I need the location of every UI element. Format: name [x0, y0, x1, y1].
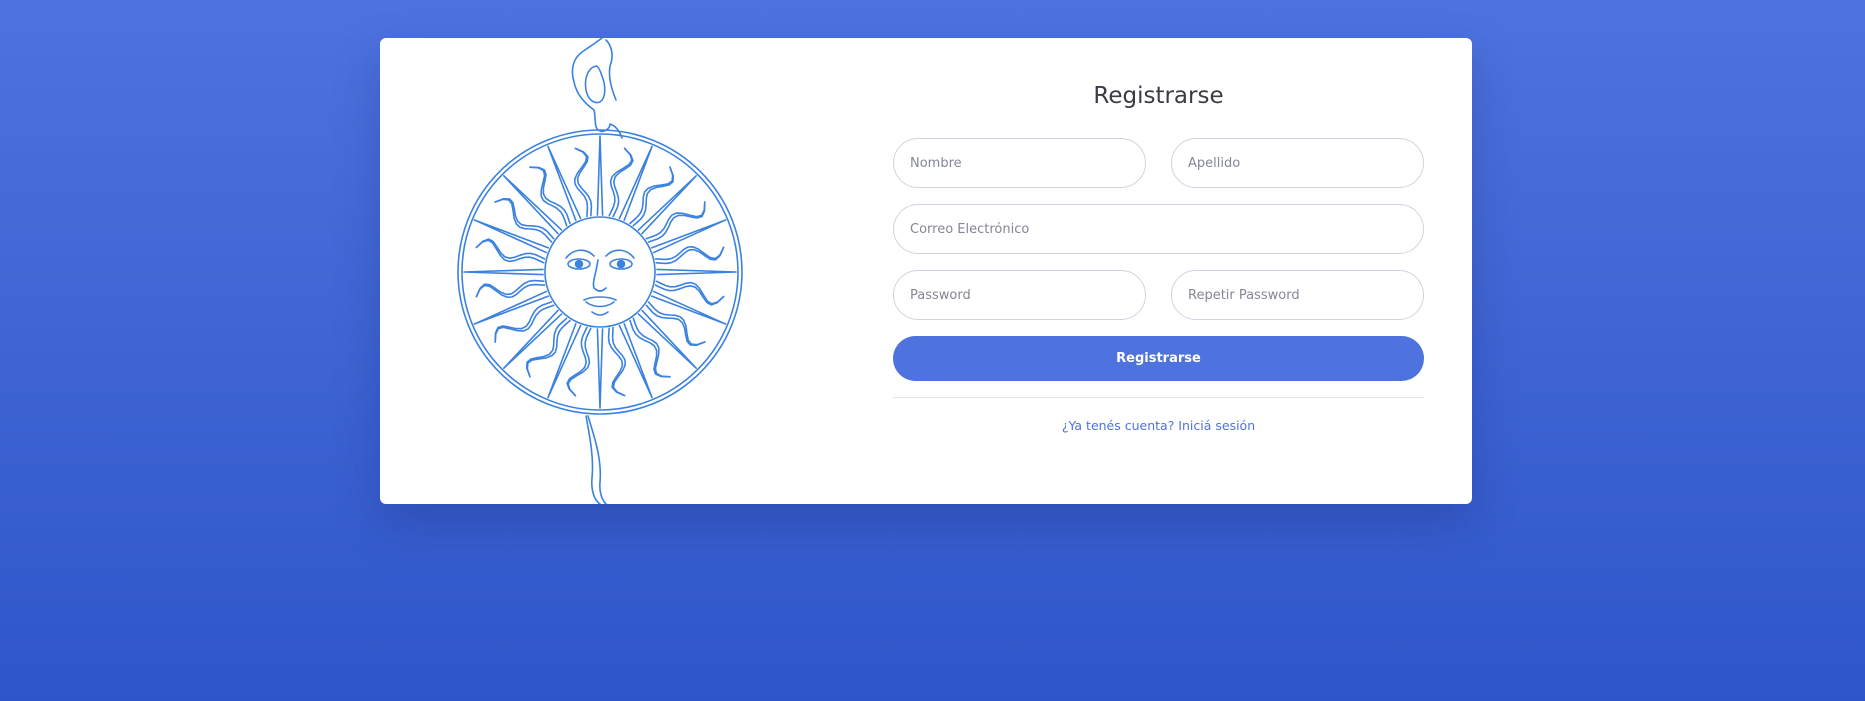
repeat-password-field[interactable]: [1171, 270, 1424, 320]
register-card: Registrarse Registrarse ¿Ya tenés cuenta…: [380, 38, 1472, 504]
sol-de-mayo-icon: [457, 38, 743, 504]
email-field[interactable]: [893, 204, 1424, 254]
register-form: Registrarse Registrarse ¿Ya tenés cuenta…: [893, 38, 1424, 504]
page-title: Registrarse: [1093, 83, 1224, 109]
divider: [893, 397, 1424, 398]
password-field[interactable]: [893, 270, 1146, 320]
last-name-field[interactable]: [1171, 138, 1424, 188]
first-name-field[interactable]: [893, 138, 1146, 188]
register-button[interactable]: Registrarse: [893, 336, 1424, 381]
login-link[interactable]: ¿Ya tenés cuenta? Iniciá sesión: [893, 418, 1424, 433]
